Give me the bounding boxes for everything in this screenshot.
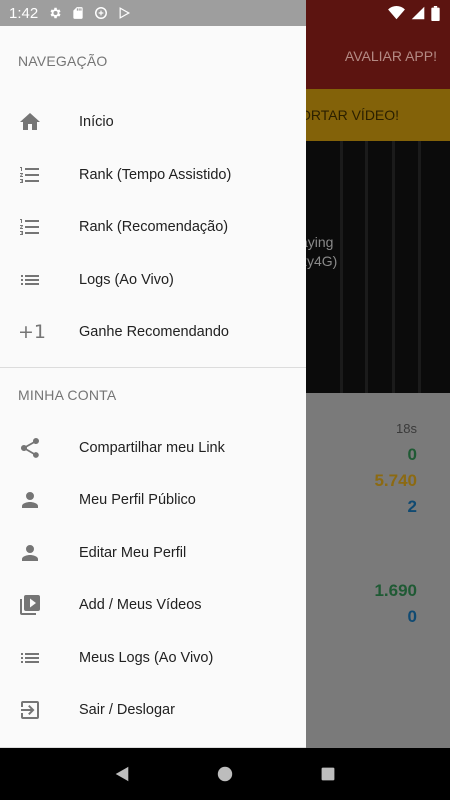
- share-icon: [0, 436, 79, 460]
- numbered-list-icon: [0, 163, 79, 187]
- menu-item-meus-videos[interactable]: Add / Meus Vídeos: [0, 579, 306, 632]
- numbered-list-icon: [0, 215, 79, 239]
- menu-item-label: Add / Meus Vídeos: [79, 597, 202, 614]
- menu-item-sair[interactable]: Sair / Deslogar: [0, 684, 306, 737]
- battery-icon: [431, 5, 440, 21]
- exit-icon: [0, 698, 79, 722]
- menu-item-label: Meu Perfil Público: [79, 492, 196, 509]
- time-label: 18s: [396, 421, 417, 436]
- list-icon: [0, 646, 79, 670]
- menu-item-label: Rank (Tempo Assistido): [79, 166, 232, 183]
- menu-item-inicio[interactable]: Início: [0, 96, 306, 149]
- menu-item-ganhe-recomendando[interactable]: +1 Ganhe Recomendando: [0, 306, 306, 359]
- status-bar-left: 1:42: [0, 0, 306, 26]
- menu-item-label: Compartilhar meu Link: [79, 439, 225, 456]
- menu-item-label: Logs (Ao Vivo): [79, 271, 174, 288]
- stat-value: 0: [407, 445, 417, 464]
- status-bar-right: [306, 0, 450, 26]
- person-icon: [0, 541, 79, 565]
- menu-item-editar-perfil[interactable]: Editar Meu Perfil: [0, 527, 306, 580]
- data-saver-icon: [94, 6, 108, 20]
- menu-item-label: Ganhe Recomendando: [79, 324, 229, 341]
- video-library-icon: [0, 593, 79, 617]
- menu-item-label: Início: [79, 114, 114, 131]
- stat-value: 2: [407, 497, 417, 516]
- wifi-icon: [388, 6, 405, 20]
- system-nav-bar: [0, 748, 450, 800]
- menu-item-logs[interactable]: Logs (Ao Vivo): [0, 254, 306, 307]
- stat-value: 1.690: [374, 581, 417, 600]
- back-icon[interactable]: [102, 754, 142, 794]
- menu-item-rank-tempo[interactable]: Rank (Tempo Assistido): [0, 149, 306, 202]
- report-video-label: ORTAR VÍDEO!: [300, 107, 400, 123]
- sd-card-icon: [72, 6, 84, 20]
- menu-item-label: Editar Meu Perfil: [79, 544, 187, 561]
- home-icon: [0, 110, 79, 134]
- rate-app-button[interactable]: AVALIAR APP!: [345, 48, 437, 64]
- plus-one-icon: +1: [18, 321, 47, 344]
- list-icon: [0, 268, 79, 292]
- stat-value: 0: [407, 607, 417, 626]
- menu-item-label: Rank (Recomendação): [79, 219, 229, 236]
- person-icon: [0, 488, 79, 512]
- section-header-minha-conta: MINHA CONTA: [18, 386, 117, 403]
- menu-item-meus-logs[interactable]: Meus Logs (Ao Vivo): [0, 632, 306, 685]
- menu-item-compartilhar[interactable]: Compartilhar meu Link: [0, 422, 306, 475]
- status-bar: 1:42: [0, 0, 450, 26]
- section-header-navegacao: NAVEGAÇÃO: [18, 53, 108, 69]
- navigation-drawer: NAVEGAÇÃO Início Rank (Tempo Assistido) …: [0, 26, 306, 748]
- menu-item-label: Sair / Deslogar: [79, 702, 175, 719]
- play-store-icon: [118, 6, 131, 20]
- settings-icon: [48, 6, 62, 20]
- signal-icon: [411, 6, 425, 20]
- recents-icon[interactable]: [308, 754, 348, 794]
- status-time: 1:42: [9, 4, 39, 22]
- home-circle-icon[interactable]: [205, 754, 245, 794]
- menu-item-perfil-publico[interactable]: Meu Perfil Público: [0, 474, 306, 527]
- stat-value: 5.740: [374, 471, 417, 490]
- menu-item-label: Meus Logs (Ao Vivo): [79, 649, 214, 666]
- menu-item-rank-recomendacao[interactable]: Rank (Recomendação): [0, 201, 306, 254]
